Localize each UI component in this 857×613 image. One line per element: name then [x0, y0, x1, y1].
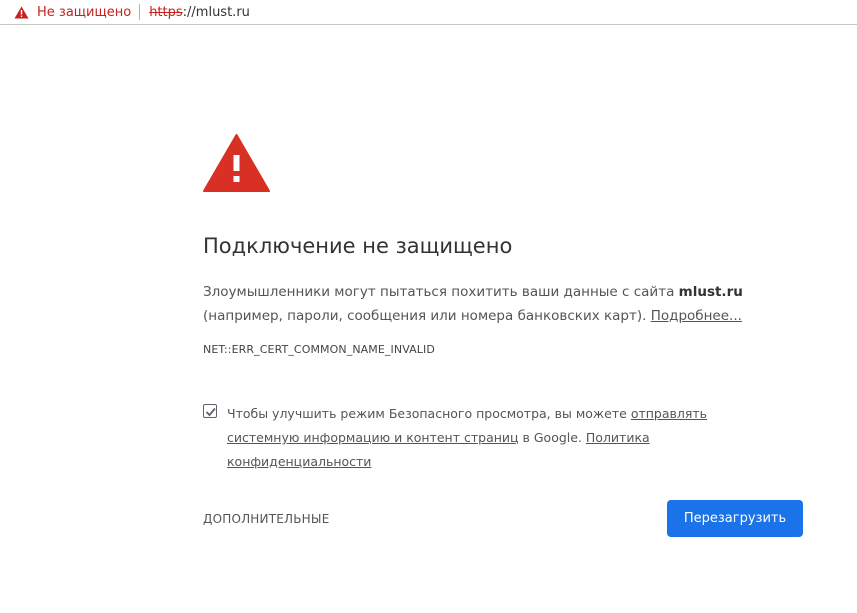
message-text-end: (например, пароли, сообщения или номера …: [203, 308, 651, 324]
checkmark-icon: [205, 407, 216, 417]
address-bar[interactable]: Не защищено https://mlust.ru: [0, 0, 857, 25]
security-status-label[interactable]: Не защищено: [37, 5, 131, 20]
url-host: ://mlust.ru: [182, 4, 250, 20]
error-message: Злоумышленники могут пытаться похитить в…: [203, 280, 803, 328]
checkbox-text-mid: в Google.: [518, 430, 586, 445]
safe-browsing-checkbox[interactable]: [203, 404, 217, 418]
omnibox-separator: [139, 4, 141, 20]
warning-triangle-icon: [203, 133, 270, 193]
safe-browsing-text: Чтобы улучшить режим Безопасного просмот…: [227, 402, 767, 474]
url-text[interactable]: https://mlust.ru: [149, 5, 250, 20]
error-code: NET::ERR_CERT_COMMON_NAME_INVALID: [203, 343, 435, 356]
message-text: Злоумышленники могут пытаться похитить в…: [203, 284, 679, 300]
page-title: Подключение не защищено: [203, 234, 513, 258]
checkbox-text-start: Чтобы улучшить режим Безопасного просмот…: [227, 406, 631, 421]
site-name: mlust.ru: [678, 284, 743, 300]
warning-triangle-icon[interactable]: [14, 6, 29, 19]
url-scheme: https: [149, 4, 183, 20]
learn-more-link[interactable]: Подробнее...: [651, 308, 742, 324]
advanced-button[interactable]: ДОПОЛНИТЕЛЬНЫЕ: [203, 512, 329, 526]
reload-button[interactable]: Перезагрузить: [667, 500, 803, 537]
